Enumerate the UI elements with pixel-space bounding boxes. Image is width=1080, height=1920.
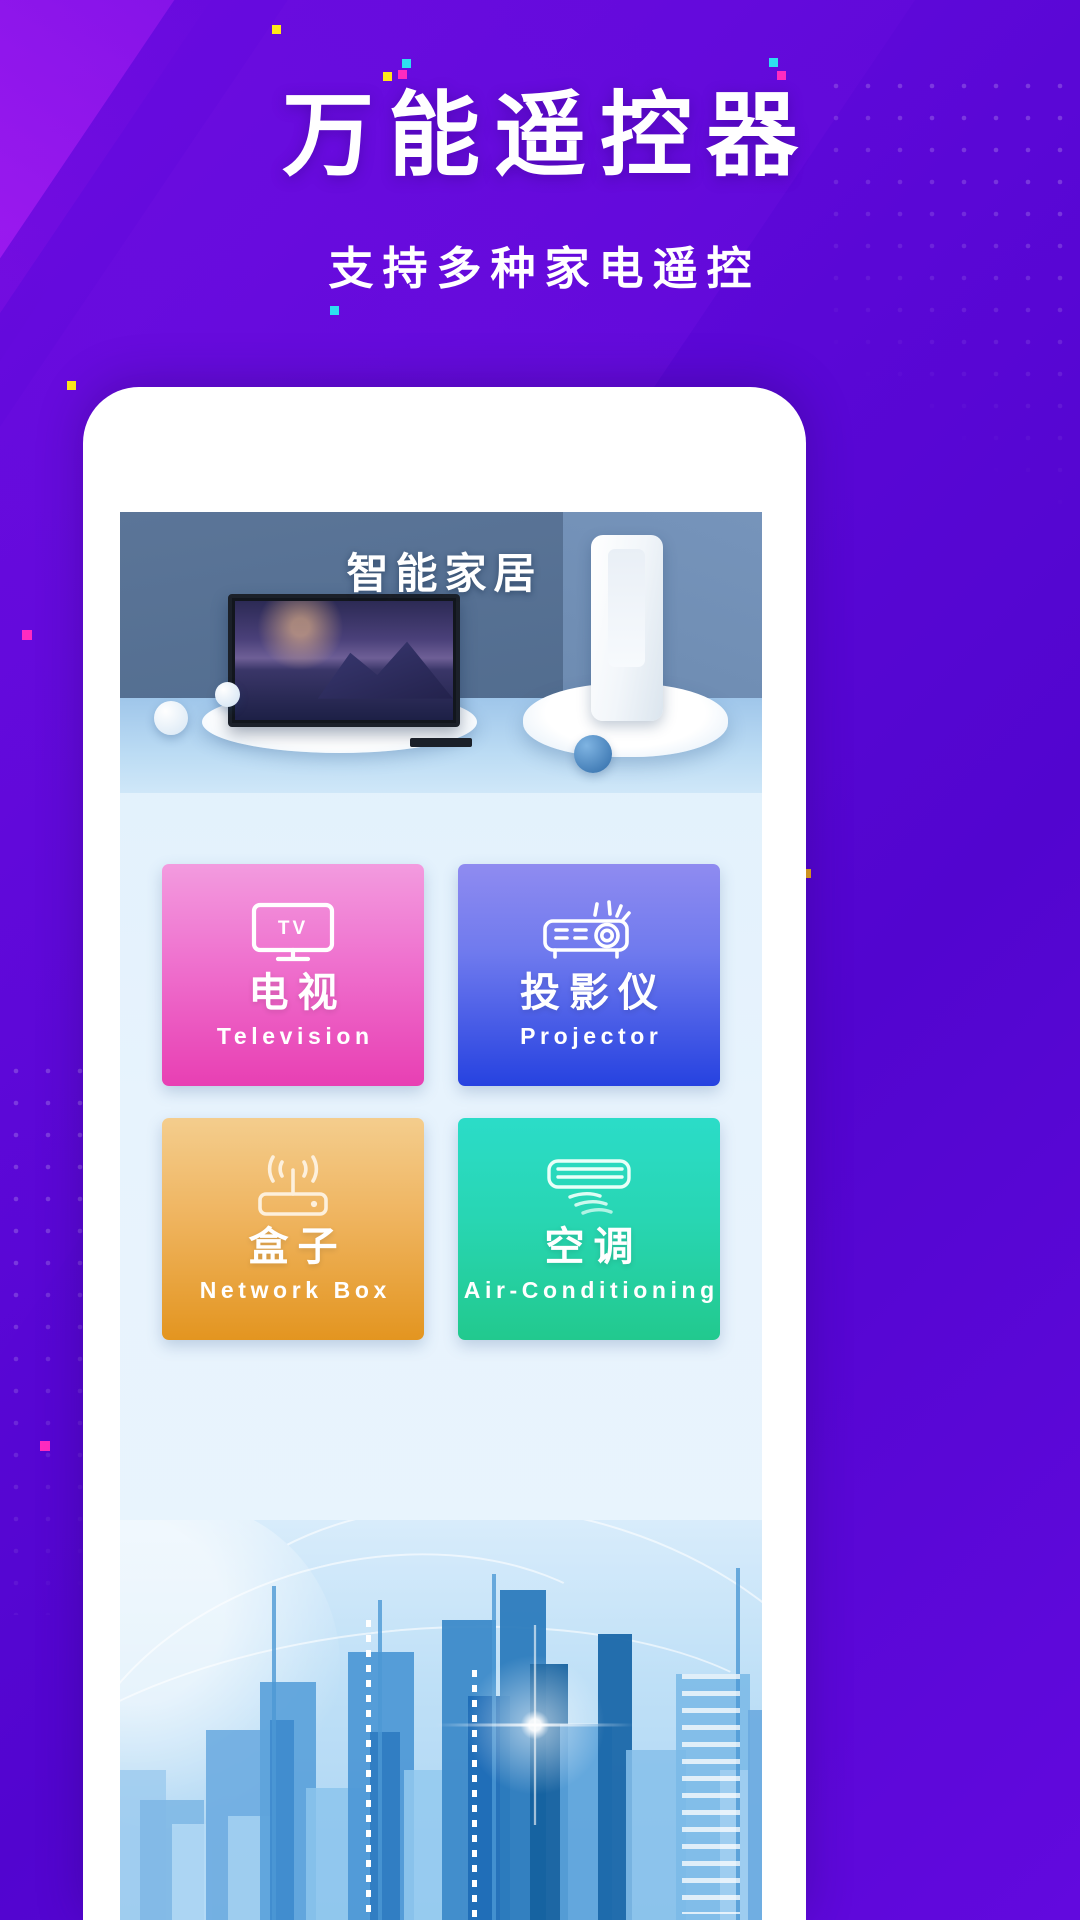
category-subtitle: Projector (520, 1022, 663, 1049)
accent-square-cyan-1 (402, 59, 411, 68)
category-grid: TV 电视 Television 投影仪 Projector 盒子 Networ… (120, 864, 762, 1340)
projector-icon (539, 899, 639, 965)
page-title: 万能遥控器 (281, 85, 812, 187)
svg-text:TV: TV (278, 918, 308, 939)
accent-square-cyan-2 (769, 58, 778, 67)
category-subtitle: Network Box (199, 1276, 391, 1303)
category-title: 盒子 (248, 1224, 347, 1269)
accent-square-yellow-3 (67, 381, 76, 390)
banner-title: 智能家居 (346, 550, 543, 597)
category-subtitle: Air-Conditioning (463, 1276, 719, 1303)
city-skyline-footer (120, 1520, 762, 1920)
banner-television-stand (410, 738, 472, 747)
category-title: 投影仪 (520, 970, 667, 1015)
accent-square-magenta-1 (398, 70, 407, 79)
banner-decor-sphere-blue (574, 735, 612, 773)
air-conditioner-icon (540, 1155, 638, 1219)
router-icon (247, 1154, 339, 1219)
page-subtitle: 支持多种家电遥控 (328, 243, 761, 294)
accent-square-magenta-3 (22, 630, 32, 640)
banner-television-image (228, 594, 460, 727)
banner-decor-sphere (215, 682, 240, 707)
building (748, 1710, 762, 1920)
category-card-air-conditioning[interactable]: 空调 Air-Conditioning (458, 1118, 720, 1340)
app-banner: 智能家居 (120, 512, 762, 793)
building-antenna (272, 1586, 276, 1920)
building (370, 1732, 400, 1920)
category-card-network-box[interactable]: 盒子 Network Box (162, 1118, 424, 1340)
banner-television-screen (235, 601, 453, 720)
accent-square-yellow-2 (383, 72, 392, 81)
accent-square-yellow-1 (272, 25, 281, 34)
building-light-strip (366, 1620, 371, 1920)
accent-square-cyan-3 (330, 306, 339, 315)
building-windows (682, 1674, 740, 1914)
category-subtitle: Television (216, 1022, 374, 1049)
tv-icon: TV (250, 901, 336, 965)
category-title: 空调 (544, 1224, 643, 1269)
category-card-projector[interactable]: 投影仪 Projector (458, 864, 720, 1086)
accent-square-magenta-2 (777, 71, 786, 80)
banner-decor-sphere (154, 701, 188, 735)
category-card-television[interactable]: TV 电视 Television (162, 864, 424, 1086)
accent-square-magenta-4 (40, 1441, 50, 1451)
app-screen: 智能家居 TV 电视 Television 投影仪 Projector 盒子 N… (120, 512, 762, 1920)
category-title: 电视 (248, 970, 347, 1015)
light-flare (450, 1640, 620, 1810)
building-antenna (378, 1600, 382, 1920)
phone-mockup: 智能家居 TV 电视 Television 投影仪 Projector 盒子 N… (83, 387, 806, 1920)
